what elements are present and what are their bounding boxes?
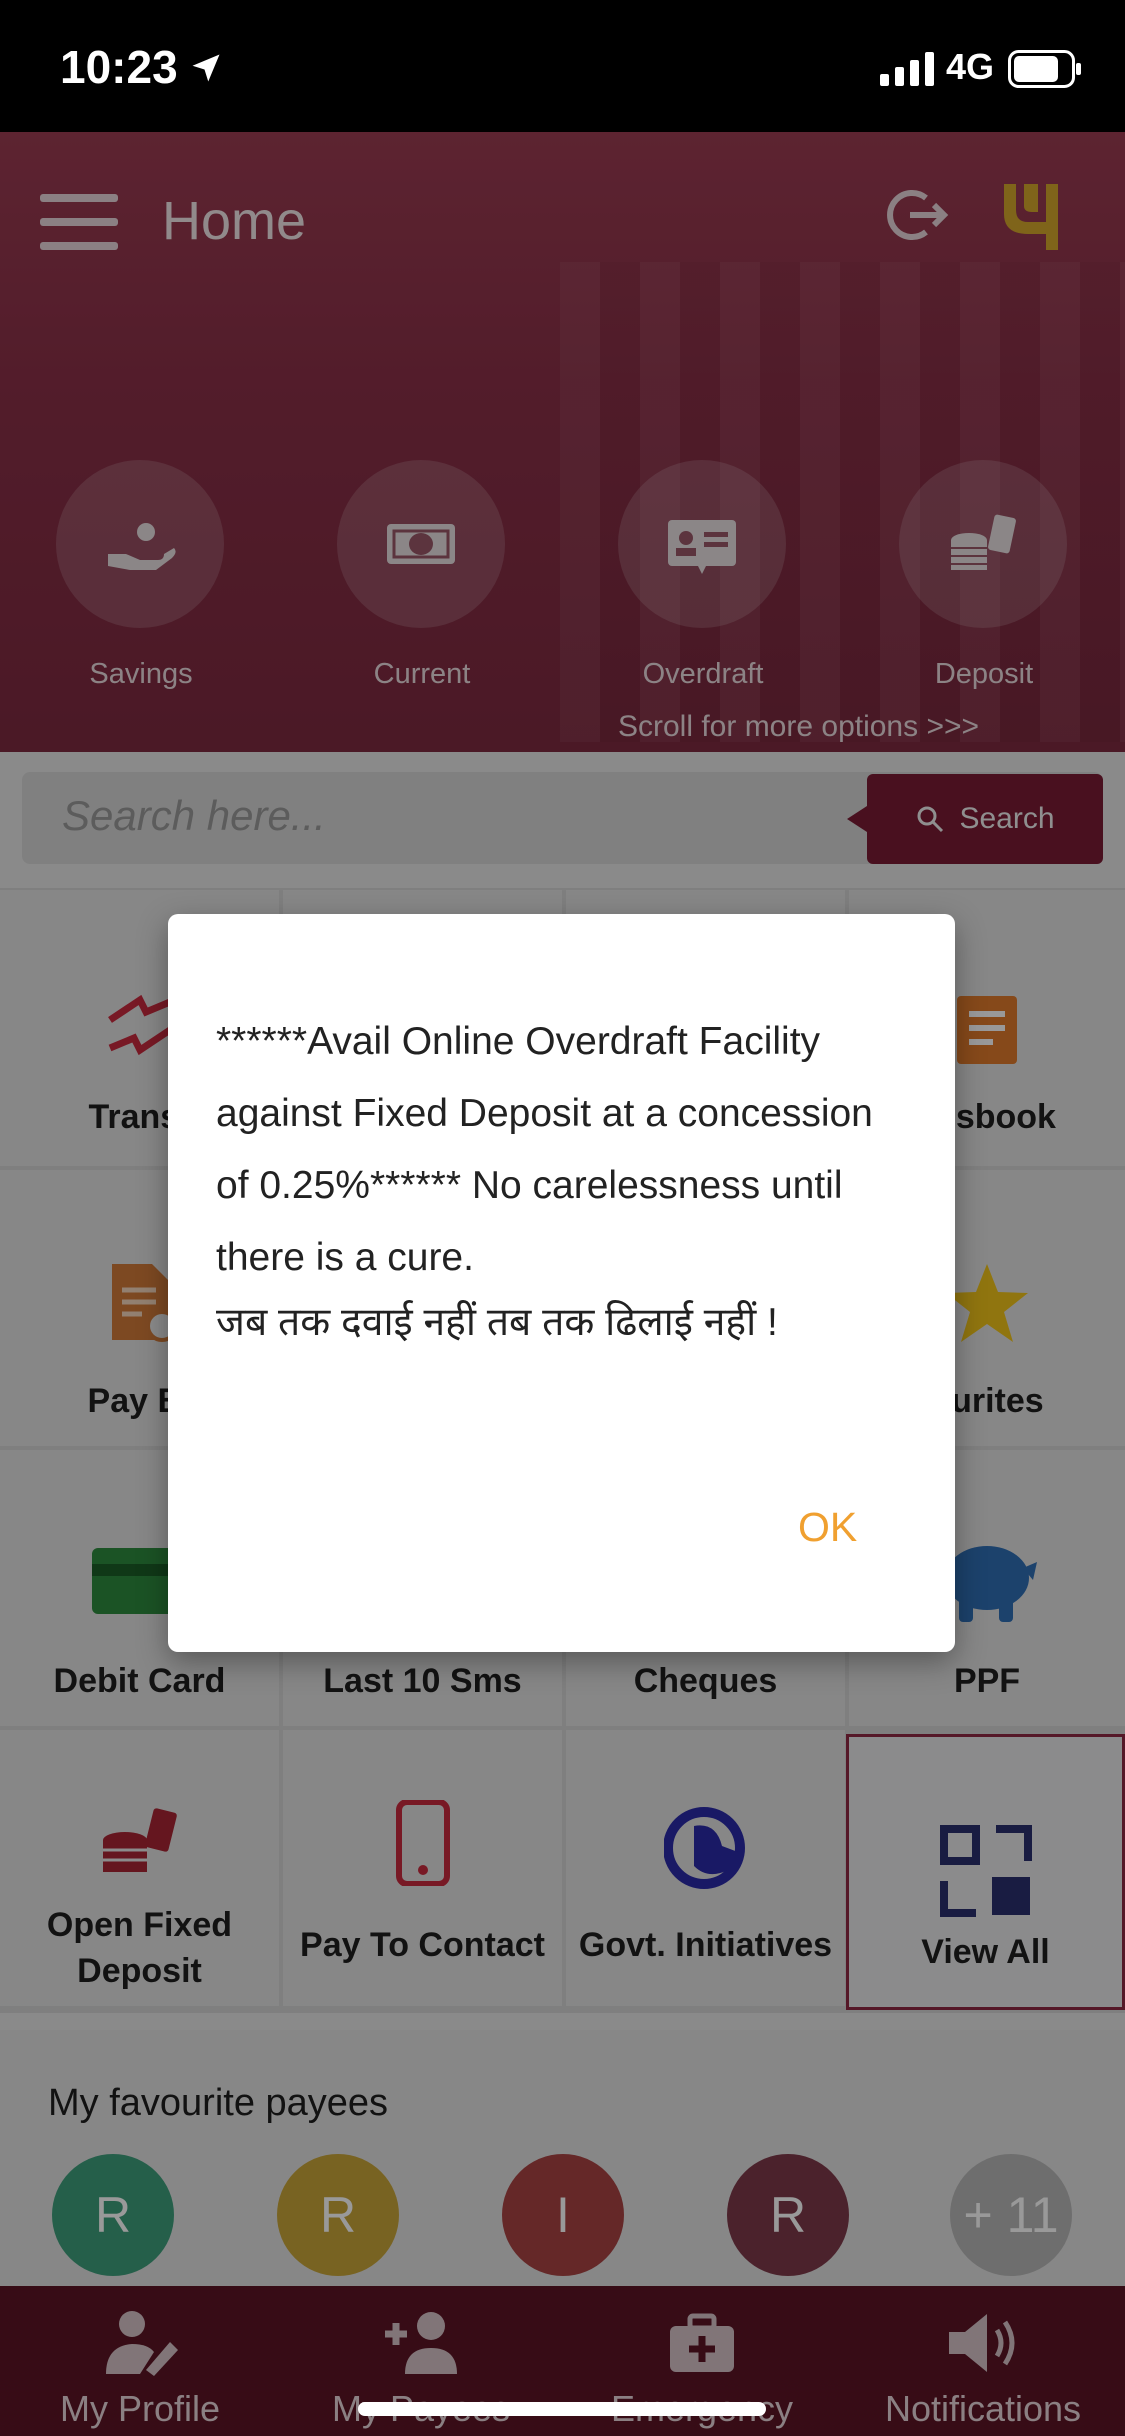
status-time: 10:23	[60, 41, 178, 93]
status-bar: 10:23 4G	[0, 0, 1125, 132]
dialog-message: ******Avail Online Overdraft Facility ag…	[216, 1020, 873, 1279]
ok-button[interactable]: OK	[798, 1504, 857, 1551]
network-type: 4G	[946, 46, 995, 87]
signal-bars-icon	[880, 52, 934, 86]
home-indicator[interactable]	[358, 2402, 766, 2416]
battery-icon	[1008, 50, 1081, 88]
location-arrow-icon	[192, 54, 220, 82]
alert-dialog: ******Avail Online Overdraft Facility ag…	[168, 914, 955, 1652]
dialog-hindi-message: जब तक दवाई नहीं तब तक ढिलाई नहीं !	[216, 1301, 778, 1344]
